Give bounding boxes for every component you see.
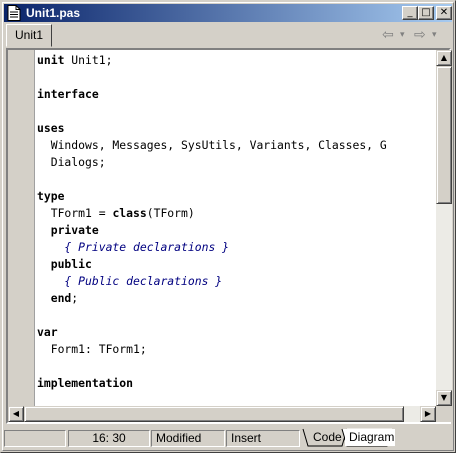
arrow-left-icon: ◀ bbox=[12, 409, 20, 418]
code-line[interactable]: public bbox=[37, 256, 437, 273]
tab-diagram[interactable]: Diagram bbox=[345, 429, 395, 446]
maximize-button[interactable]: □ bbox=[418, 6, 434, 20]
tab-strip: Unit1 ⇦ ▾ ⇨ ▾ bbox=[4, 23, 452, 47]
close-button[interactable]: ✕ bbox=[436, 6, 452, 20]
keyword-token: var bbox=[37, 325, 58, 339]
editor-window: Unit1.pas _ □ ✕ Unit1 ⇦ ▾ ⇨ ▾ unit Unit1… bbox=[0, 0, 456, 453]
keyword-token: type bbox=[37, 189, 65, 203]
title-bar[interactable]: Unit1.pas _ □ ✕ bbox=[4, 4, 452, 22]
comment-token: { Private declarations } bbox=[37, 240, 230, 254]
forward-arrow-icon[interactable]: ⇨ bbox=[414, 27, 426, 43]
horizontal-scrollbar[interactable]: ◀ ▶ bbox=[8, 406, 436, 422]
minimize-icon: _ bbox=[407, 7, 413, 18]
keyword-token: unit bbox=[37, 53, 65, 67]
code-line[interactable]: { Private declarations } bbox=[37, 239, 437, 256]
scroll-right-button[interactable]: ▶ bbox=[420, 406, 436, 422]
code-line[interactable]: Form1: TForm1; bbox=[37, 341, 437, 358]
code-token: Form1: TForm1; bbox=[37, 342, 147, 356]
code-token: ; bbox=[71, 291, 79, 305]
code-line[interactable] bbox=[37, 171, 437, 188]
document-icon bbox=[7, 5, 21, 21]
scroll-down-button[interactable]: ▼ bbox=[436, 390, 452, 406]
status-bar: 16: 30 Modified Insert Code Diagram bbox=[4, 428, 452, 448]
code-line[interactable]: Dialogs; bbox=[37, 154, 437, 171]
keyword-token: interface bbox=[37, 87, 99, 101]
close-icon: ✕ bbox=[439, 7, 449, 18]
back-dropdown-icon[interactable]: ▾ bbox=[400, 27, 405, 43]
minimize-button[interactable]: _ bbox=[402, 6, 418, 20]
code-token: TForm1 = bbox=[37, 206, 113, 220]
code-line[interactable] bbox=[37, 69, 437, 86]
scroll-left-button[interactable]: ◀ bbox=[8, 406, 24, 422]
keyword-token: end bbox=[37, 291, 72, 305]
vertical-scroll-thumb[interactable] bbox=[436, 66, 452, 204]
code-token: Dialogs; bbox=[37, 155, 106, 169]
code-line[interactable] bbox=[37, 358, 437, 375]
horizontal-scroll-thumb[interactable] bbox=[24, 406, 404, 422]
status-panel-empty bbox=[4, 430, 66, 447]
code-line[interactable]: { Public declarations } bbox=[37, 273, 437, 290]
editor-gutter[interactable] bbox=[8, 50, 35, 406]
forward-dropdown-icon[interactable]: ▾ bbox=[432, 27, 437, 43]
code-line[interactable]: Windows, Messages, SysUtils, Variants, C… bbox=[37, 137, 437, 154]
code-line[interactable]: unit Unit1; bbox=[37, 52, 437, 69]
comment-token: { Public declarations } bbox=[37, 274, 223, 288]
window-title: Unit1.pas bbox=[26, 6, 81, 20]
keyword-token: private bbox=[37, 223, 99, 237]
code-token: Windows, Messages, SysUtils, Variants, C… bbox=[37, 138, 387, 152]
code-token: Unit1; bbox=[64, 53, 113, 67]
scrollbar-corner bbox=[436, 406, 452, 422]
cursor-position: 16: 30 bbox=[68, 430, 150, 447]
code-line[interactable]: type bbox=[37, 188, 437, 205]
back-arrow-icon[interactable]: ⇦ bbox=[382, 27, 394, 43]
code-line[interactable] bbox=[37, 103, 437, 120]
code-line[interactable]: implementation bbox=[37, 375, 437, 392]
code-line[interactable]: interface bbox=[37, 86, 437, 103]
maximize-icon: □ bbox=[421, 7, 431, 18]
code-editor: unit Unit1; interface uses Windows, Mess… bbox=[6, 48, 452, 424]
arrow-right-icon: ▶ bbox=[424, 409, 432, 418]
code-line[interactable] bbox=[37, 307, 437, 324]
insert-mode-indicator[interactable]: Insert bbox=[226, 430, 300, 447]
keyword-token: uses bbox=[37, 121, 65, 135]
code-token: (TForm) bbox=[146, 206, 195, 220]
keyword-token: implementation bbox=[37, 376, 134, 390]
arrow-down-icon: ▼ bbox=[440, 393, 448, 402]
code-line[interactable]: end; bbox=[37, 290, 437, 307]
vertical-scrollbar[interactable]: ▲ ▼ bbox=[436, 50, 452, 406]
code-line[interactable]: TForm1 = class(TForm) bbox=[37, 205, 437, 222]
code-line[interactable] bbox=[37, 392, 437, 406]
keyword-token: public bbox=[37, 257, 92, 271]
code-line[interactable]: private bbox=[37, 222, 437, 239]
code-area[interactable]: unit Unit1; interface uses Windows, Mess… bbox=[37, 52, 437, 406]
keyword-token: class bbox=[112, 206, 147, 220]
code-line[interactable]: uses bbox=[37, 120, 437, 137]
code-line[interactable]: var bbox=[37, 324, 437, 341]
arrow-up-icon: ▲ bbox=[440, 53, 448, 62]
scroll-up-button[interactable]: ▲ bbox=[436, 50, 452, 66]
tab-unit1[interactable]: Unit1 bbox=[6, 24, 53, 47]
modified-indicator: Modified bbox=[151, 430, 225, 447]
